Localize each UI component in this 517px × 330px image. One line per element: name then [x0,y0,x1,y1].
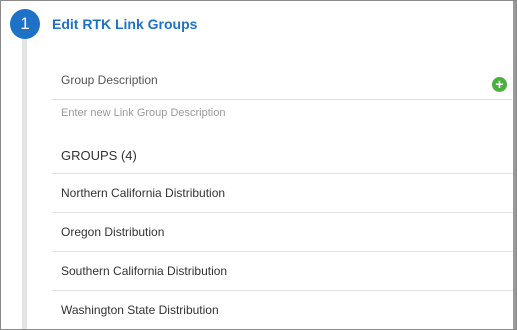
group-list-item[interactable]: Washington State Distribution [52,290,514,329]
step-title: Edit RTK Link Groups [52,16,198,32]
group-description-input[interactable] [52,99,512,125]
group-list: Northern California Distribution Oregon … [52,173,514,329]
group-list-item[interactable]: Southern California Distribution [52,251,514,290]
edit-link-groups-panel: 1 Edit RTK Link Groups Group Description… [0,0,517,330]
group-list-item[interactable]: Northern California Distribution [52,173,514,212]
step-number-badge: 1 [10,9,40,39]
add-group-button[interactable]: + [492,77,507,92]
groups-heading: GROUPS (4) [61,148,137,163]
group-description-label: Group Description [61,73,158,87]
plus-icon: + [495,76,504,92]
step-connector-line [22,37,27,329]
group-list-item[interactable]: Oregon Distribution [52,212,514,251]
